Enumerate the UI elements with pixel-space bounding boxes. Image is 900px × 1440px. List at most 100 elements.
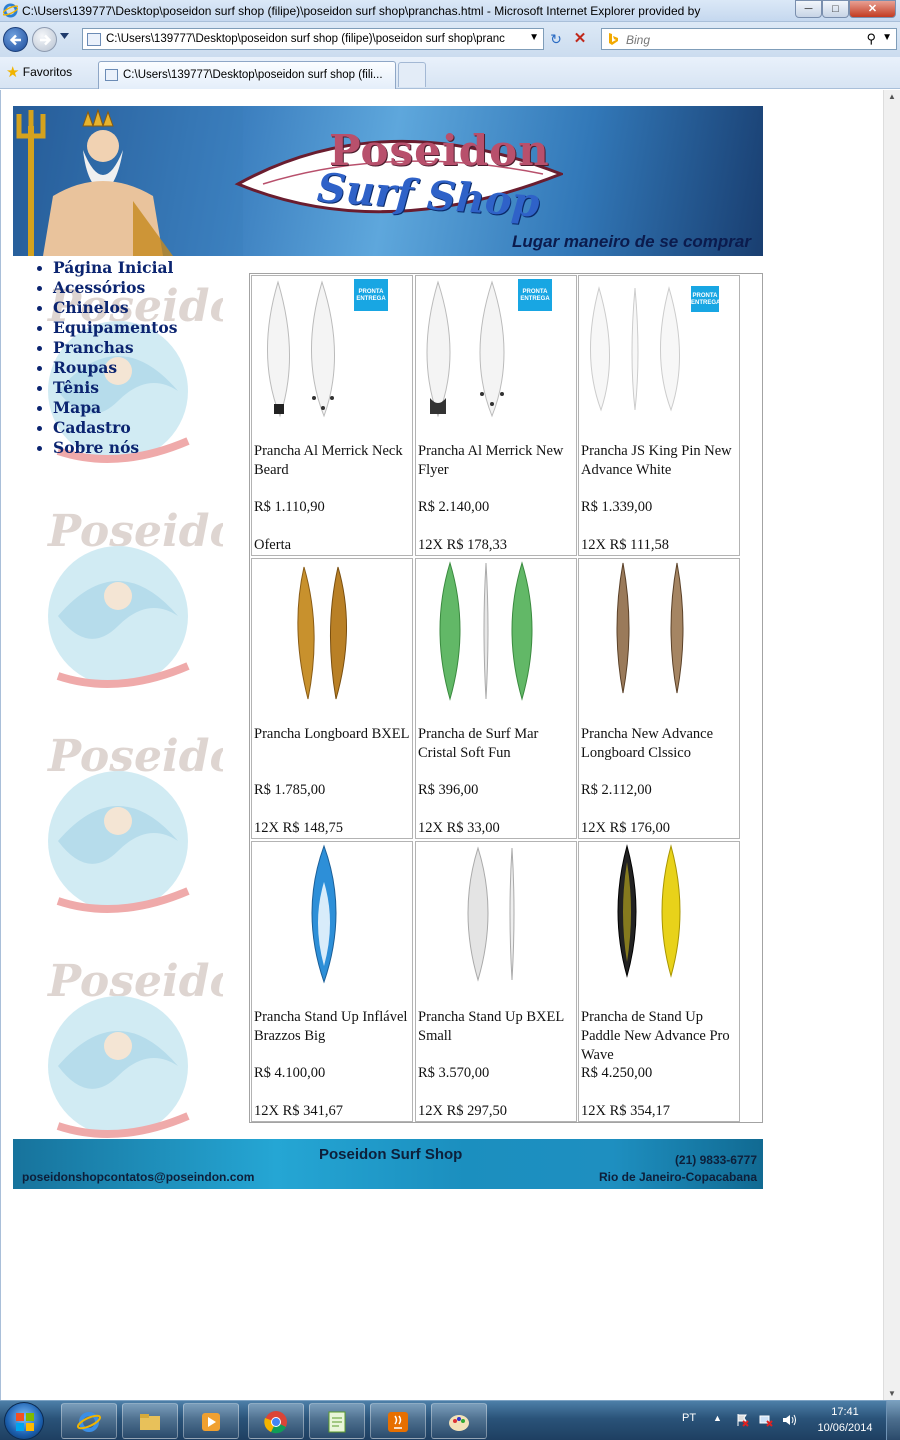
show-desktop-button[interactable] [886, 1401, 900, 1440]
menu-item-label: Chinelos [53, 298, 129, 317]
page-icon [87, 33, 101, 46]
product-name: Prancha JS King Pin New Advance White [581, 443, 732, 478]
start-button[interactable] [4, 1402, 44, 1440]
window-titlebar: C:\Users\139777\Desktop\poseidon surf sh… [0, 0, 900, 22]
menu-item-tenis[interactable]: Tênis [31, 378, 177, 398]
volume-icon[interactable] [782, 1413, 796, 1427]
windows-logo-icon [16, 1413, 34, 1431]
windows-taskbar: PT ▲ 17:41 10/06/2014 [0, 1400, 900, 1440]
menu-item-sobre-nos[interactable]: Sobre nós [31, 438, 177, 458]
poseidon-watermark-icon: Poseidon [46, 506, 223, 688]
footer-email[interactable]: poseidonshopcontatos@poseindon.com [22, 1170, 254, 1184]
product-name: Prancha de Surf Mar Cristal Soft Fun [418, 726, 539, 761]
menu-item-label: Tênis [53, 378, 99, 397]
network-icon[interactable] [759, 1413, 773, 1427]
java-icon [388, 1412, 408, 1432]
menu-item-equipamentos[interactable]: Equipamentos [31, 318, 177, 338]
menu-item-label: Sobre nós [53, 438, 140, 457]
product-name: Prancha Stand Up BXEL Small [418, 1009, 564, 1044]
sup-board-icon [617, 844, 681, 978]
refresh-icon[interactable]: ↻ [546, 30, 566, 48]
product-price: R$ 396,00 [418, 782, 479, 798]
bullet-icon [37, 266, 42, 271]
scroll-down-icon[interactable]: ▼ [888, 1389, 896, 1398]
folder-icon [140, 1414, 160, 1430]
tab-pranchas[interactable]: C:\Users\139777\Desktop\poseidon surf sh… [98, 61, 396, 89]
history-dropdown-icon[interactable] [60, 33, 69, 39]
taskbar-chrome[interactable] [248, 1403, 304, 1439]
action-center-flag-icon[interactable] [735, 1413, 749, 1427]
product-price: R$ 3.570,00 [418, 1065, 490, 1081]
menu-item-label: Página Inicial [53, 258, 174, 277]
taskbar-explorer[interactable] [122, 1403, 178, 1439]
internet-explorer-icon [77, 1412, 101, 1432]
maximize-button[interactable]: □ [822, 0, 849, 18]
new-tab-button[interactable] [398, 62, 426, 87]
product-cell-3[interactable]: Prancha Longboard BXEL R$ 1.785,00 12X R… [251, 558, 413, 839]
neptune-illustration-icon [13, 106, 243, 256]
product-cell-0[interactable]: PRONTA ENTREGA Prancha Al Merrick Neck B… [251, 275, 413, 556]
stop-icon[interactable]: ✕ [570, 30, 590, 48]
product-price: R$ 2.112,00 [581, 782, 652, 798]
search-icon[interactable]: ⚲ [866, 31, 876, 47]
product-cell-5[interactable]: Prancha New Advance Longboard Clssico R$… [578, 558, 740, 839]
chevron-down-icon[interactable]: ▼ [529, 32, 539, 43]
bullet-icon [37, 426, 42, 431]
taskbar-media-player[interactable] [183, 1403, 239, 1439]
menu-item-cadastro[interactable]: Cadastro [31, 418, 177, 438]
taskbar-paint[interactable] [431, 1403, 487, 1439]
pronta-entrega-badge: PRONTA ENTREGA [518, 279, 552, 311]
site-footer: Poseidon Surf Shop poseidonshopcontatos@… [13, 1139, 763, 1189]
menu-item-label: Equipamentos [53, 318, 178, 337]
product-installment: 12X R$ 297,50 [418, 1103, 508, 1119]
product-name: Prancha de Stand Up Paddle New Advance P… [581, 1009, 730, 1063]
address-input[interactable]: C:\Users\139777\Desktop\poseidon surf sh… [82, 28, 544, 50]
clock-date[interactable]: 10/06/2014 [812, 1422, 878, 1434]
product-cell-2[interactable]: PRONTA ENTREGA Prancha JS King Pin New A… [578, 275, 740, 556]
menu-item-label: Cadastro [53, 418, 131, 437]
taskbar-ie[interactable] [61, 1403, 117, 1439]
menu-item-acessorios[interactable]: Acessórios [31, 278, 177, 298]
taskbar-notepadpp[interactable] [309, 1403, 365, 1439]
menu-item-roupas[interactable]: Roupas [31, 358, 177, 378]
product-installment: 12X R$ 111,58 [581, 537, 669, 553]
product-installment: 12X R$ 341,67 [254, 1103, 344, 1119]
product-installment: 12X R$ 148,75 [254, 820, 344, 836]
product-name: Prancha Al Merrick New Flyer [418, 443, 564, 478]
bullet-icon [37, 286, 42, 291]
product-name: Prancha New Advance Longboard Clssico [581, 726, 714, 761]
back-button[interactable] [3, 27, 28, 52]
surfboard-icon [426, 280, 505, 418]
site-banner: Poseidon Surf Shop Lugar maneiro de se c… [13, 106, 763, 256]
show-hidden-icons-icon[interactable]: ▲ [713, 1413, 722, 1423]
product-cell-4[interactable]: Prancha de Surf Mar Cristal Soft Fun R$ … [415, 558, 577, 839]
product-cell-7[interactable]: Prancha Stand Up BXEL Small R$ 3.570,00 … [415, 841, 577, 1122]
taskbar-java-app[interactable] [370, 1403, 426, 1439]
vertical-scrollbar[interactable]: ▲ ▼ [883, 90, 900, 1400]
product-name: Prancha Stand Up Inflável Brazzos Big [254, 1009, 408, 1044]
poseidon-watermark-icon: Poseidon [46, 956, 223, 1138]
menu-item-pagina-inicial[interactable]: Página Inicial [31, 258, 177, 278]
language-indicator[interactable]: PT [682, 1412, 696, 1424]
product-cell-6[interactable]: Prancha Stand Up Inflável Brazzos Big R$… [251, 841, 413, 1122]
product-installment: Oferta [254, 537, 292, 553]
clock-time[interactable]: 17:41 [820, 1406, 870, 1418]
close-button[interactable]: ✕ [849, 0, 896, 18]
footer-phone: (21) 9833-6777 [674, 1153, 757, 1167]
search-input[interactable]: Bing ⚲ ▼ [601, 28, 897, 50]
menu-item-pranchas[interactable]: Pranchas [31, 338, 177, 358]
menu-item-label: Roupas [53, 358, 118, 377]
menu-item-chinelos[interactable]: Chinelos [31, 298, 177, 318]
scroll-up-icon[interactable]: ▲ [888, 92, 896, 101]
chevron-down-icon[interactable]: ▼ [882, 32, 892, 43]
product-price: R$ 4.250,00 [581, 1065, 653, 1081]
minimize-button[interactable]: ─ [795, 0, 822, 18]
forward-button[interactable] [32, 27, 57, 52]
menu-item-mapa[interactable]: Mapa [31, 398, 177, 418]
favorites-button[interactable]: ★ Favoritos [6, 63, 72, 83]
product-cell-1[interactable]: PRONTA ENTREGA Prancha Al Merrick New Fl… [415, 275, 577, 556]
product-price: R$ 1.785,00 [254, 782, 326, 798]
product-cell-8[interactable]: Prancha de Stand Up Paddle New Advance P… [578, 841, 740, 1122]
product-price: R$ 2.140,00 [418, 499, 490, 515]
page-icon [105, 69, 118, 81]
